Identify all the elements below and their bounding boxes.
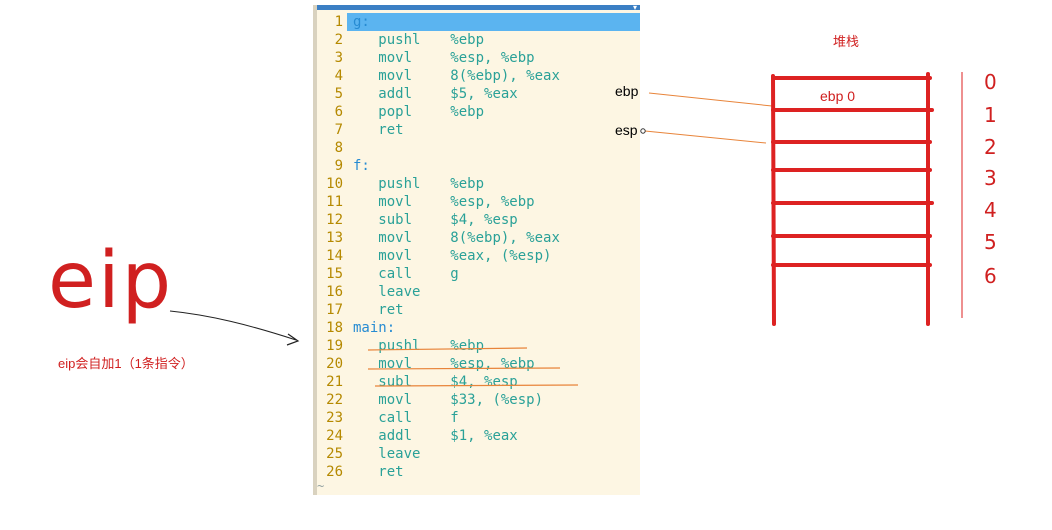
underline-line-19 (367, 347, 528, 351)
eip-arrowhead (286, 333, 300, 346)
eip-handwritten-label: eip (48, 236, 174, 326)
ebp-pointer-label: ebp (615, 83, 639, 99)
eip-arrow (169, 310, 297, 341)
stack-index-number: 1 (984, 103, 997, 127)
stack-index-number: 2 (984, 135, 997, 159)
ebp-pointer-line (648, 92, 773, 107)
stack-title: 堆栈 (833, 34, 860, 49)
stack-index-number: 4 (984, 198, 997, 222)
eip-note: eip会自加1（1条指令） (58, 356, 194, 371)
stack-index-number: 3 (984, 166, 997, 190)
underline-line-21 (374, 384, 579, 387)
esp-pointer-label: esp (615, 122, 638, 138)
stack-left-wall (771, 74, 776, 326)
esp-pointer-dot (640, 128, 646, 134)
stack-index-number: 0 (984, 70, 997, 94)
esp-pointer-line (644, 130, 767, 144)
stack-index-number: 6 (984, 264, 997, 288)
underline-line-20 (367, 367, 561, 370)
stack-cell-0-label: ebp 0 (820, 88, 856, 104)
stack-diagram (771, 72, 934, 326)
stack-index-number: 5 (984, 230, 997, 254)
